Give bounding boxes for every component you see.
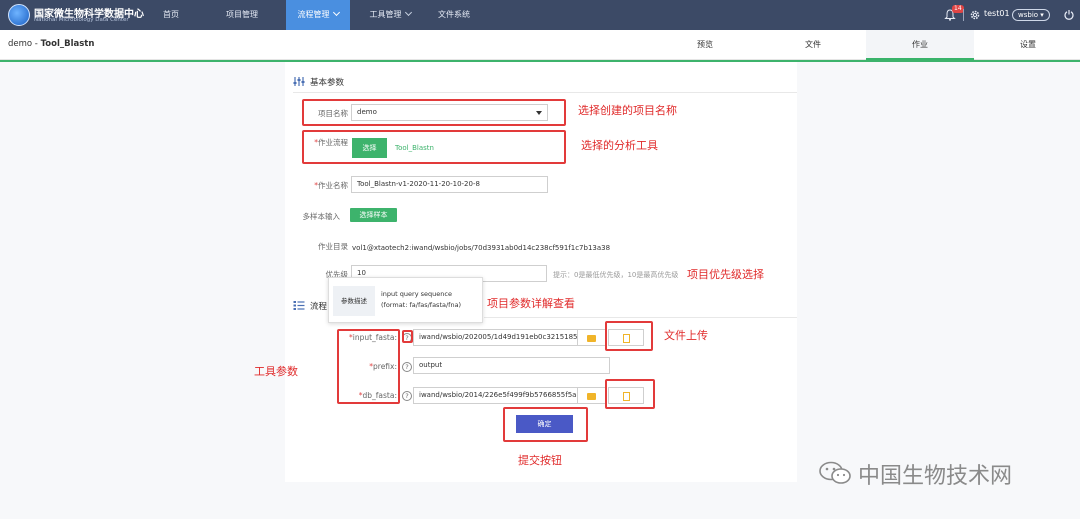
user-name[interactable]: test01	[984, 9, 1010, 18]
nav-workflow-management[interactable]: 流程管理	[286, 0, 350, 30]
help-icon[interactable]: ?	[402, 362, 412, 372]
wechat-icon	[819, 461, 851, 484]
tooltip-text: input query sequence (format: fa/fas/fas…	[381, 290, 462, 309]
job-name-label-text: 作业名称	[318, 181, 348, 190]
job-name-label: *作业名称	[300, 180, 348, 191]
workflow-section-title: 流程	[310, 302, 328, 312]
breadcrumb: demo - Tool_Blastn	[8, 39, 94, 49]
annotation-param-detail: 项目参数详解查看	[487, 297, 575, 310]
job-name-input[interactable]: Tool_Blastn-v1-2020-11-20-10-20-8	[351, 176, 548, 193]
annotation-project-name: 选择创建的项目名称	[578, 104, 677, 117]
notification-badge: 14	[952, 5, 964, 13]
annotation-box-confirm	[503, 407, 588, 442]
tab-settings[interactable]: 设置	[988, 30, 1068, 60]
nav-workflow-label: 流程管理	[297, 10, 330, 19]
basic-params-title: 基本参数	[310, 78, 345, 88]
annotation-analysis-tool: 选择的分析工具	[581, 139, 658, 152]
nav-file-system[interactable]: 文件系统	[432, 0, 476, 30]
help-icon[interactable]: ?	[402, 391, 412, 401]
annotation-box-params	[337, 329, 400, 404]
input-fasta-field[interactable]: iwand/wsbio/202005/1d49d191eb0c3215185e1…	[413, 329, 578, 346]
select-sample-button[interactable]: 选择样本	[350, 208, 397, 222]
watermark-text: 中国生物技术网	[858, 464, 1013, 489]
nmdc-logo-icon[interactable]	[8, 4, 30, 26]
breadcrumb-tool: Tool_Blastn	[40, 39, 95, 49]
job-dir-label: 作业目录	[318, 242, 348, 251]
workspace-selector[interactable]: wsbio ▾	[1012, 9, 1050, 21]
sliders-icon	[293, 77, 305, 86]
workspace-name: wsbio	[1018, 11, 1039, 19]
nav-divider	[963, 9, 964, 21]
brand-subtitle: National Microbiology Data Center	[34, 17, 129, 23]
folder-icon	[587, 335, 596, 342]
priority-hint: 提示：0是最低优先级，10是最高优先级	[553, 271, 679, 279]
power-icon[interactable]	[1063, 9, 1075, 21]
breadcrumb-project[interactable]: demo	[8, 39, 32, 49]
annotation-priority: 项目优先级选择	[687, 268, 764, 281]
nav-home[interactable]: 首页	[150, 0, 192, 30]
chevron-down-icon	[332, 8, 340, 17]
section-divider	[484, 317, 797, 318]
list-icon	[293, 301, 305, 310]
param-description-tooltip: 参数描述 input query sequence (format: fa/fa…	[328, 277, 483, 323]
browse-folder-button[interactable]	[578, 387, 606, 404]
multi-sample-label: 多样本输入	[302, 212, 341, 221]
tooltip-label: 参数描述	[333, 286, 375, 316]
folder-icon	[587, 393, 596, 400]
job-subheader: demo - Tool_Blastn 预览 文件 作业 设置	[0, 30, 1080, 60]
browse-folder-button[interactable]	[578, 329, 606, 346]
annotation-box-help	[402, 330, 413, 343]
section-divider	[293, 92, 797, 93]
tab-preview[interactable]: 预览	[665, 30, 745, 60]
db-fasta-field[interactable]: iwand/wsbio/2014/226e5f499f9b5766855f5aa…	[413, 387, 578, 404]
annotation-box-workflow	[302, 130, 566, 164]
tab-jobs[interactable]: 作业	[866, 30, 974, 60]
nav-tool-label: 工具管理	[369, 10, 402, 19]
job-dir-value: vol1@xtaotech2:iwand/wsbio/jobs/70d3931a…	[352, 244, 611, 252]
annotation-box-project	[302, 99, 566, 126]
gear-icon[interactable]	[969, 9, 981, 21]
annotation-box-upload2	[605, 379, 655, 409]
chevron-down-icon	[404, 8, 412, 17]
annotation-submit: 提交按钮	[518, 454, 562, 467]
annotation-file-upload: 文件上传	[664, 329, 708, 342]
tab-files[interactable]: 文件	[773, 30, 853, 60]
breadcrumb-separator: -	[32, 39, 41, 49]
nav-tool-management[interactable]: 工具管理	[362, 0, 418, 30]
annotation-box-upload1	[605, 321, 653, 351]
annotation-tool-params: 工具参数	[254, 365, 298, 378]
nav-project-management[interactable]: 项目管理	[218, 0, 266, 30]
top-navbar: 国家微生物科学数据中心 National Microbiology Data C…	[0, 0, 1080, 30]
prefix-input[interactable]: output	[413, 357, 610, 374]
